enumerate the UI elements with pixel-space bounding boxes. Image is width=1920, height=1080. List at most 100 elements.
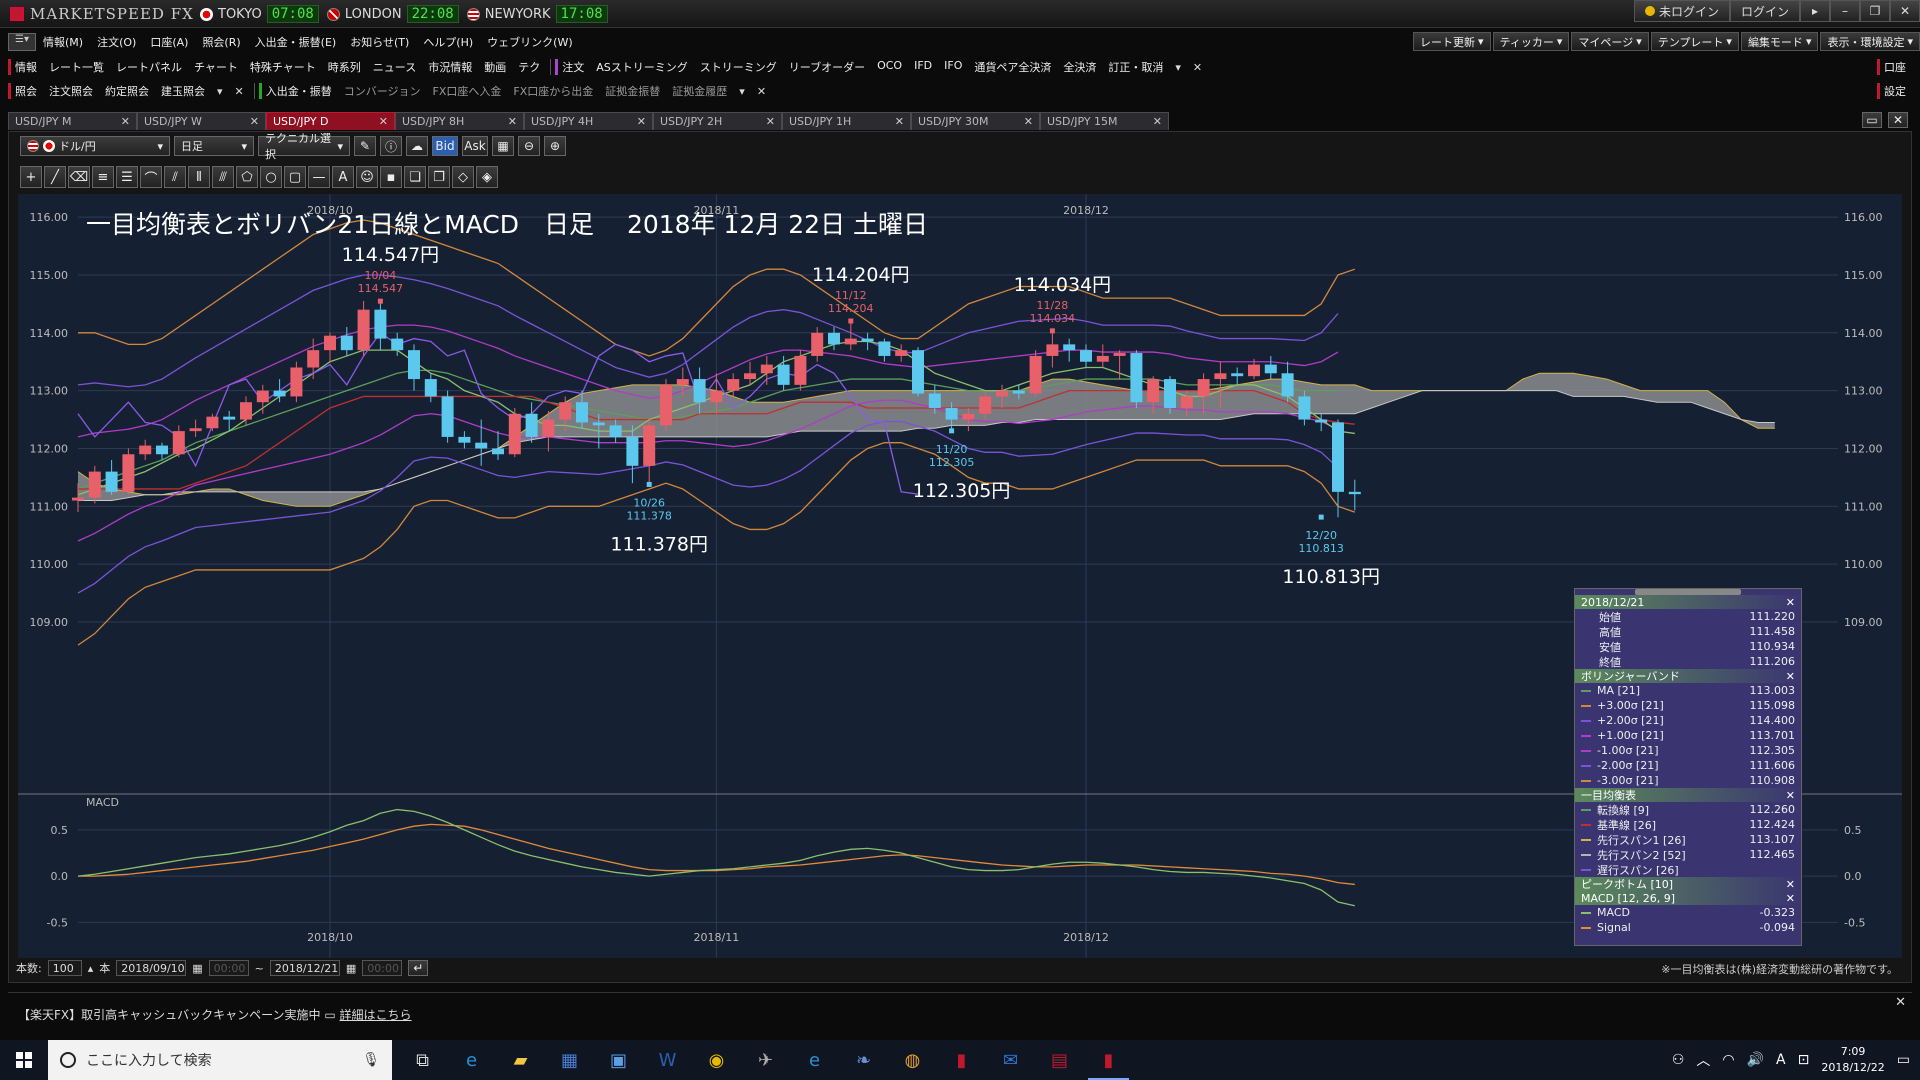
menu-item[interactable]: ヘルプ(H) bbox=[416, 34, 480, 50]
toolbar-item[interactable]: 時系列 bbox=[322, 59, 367, 75]
tray-clock[interactable]: 7:09 2018/12/22 bbox=[1821, 1044, 1884, 1076]
order-item[interactable]: 通貨ペア全決済 bbox=[968, 59, 1057, 75]
restore-icon[interactable]: ❐ bbox=[1860, 0, 1890, 22]
trendline-icon[interactable]: ╱ bbox=[44, 166, 66, 188]
notification-icon[interactable]: ▭ bbox=[1897, 1052, 1910, 1068]
close-icon[interactable]: ✕ bbox=[1786, 878, 1795, 891]
expand-icon[interactable]: ▸ bbox=[1800, 0, 1830, 22]
order-item[interactable]: リーブオーダー bbox=[783, 59, 871, 75]
close-icon[interactable]: ✕ bbox=[229, 85, 250, 98]
rectangle-icon[interactable]: ▢ bbox=[284, 166, 306, 188]
close-icon[interactable]: ✕ bbox=[766, 115, 775, 128]
chevron-down-icon[interactable]: ▾ bbox=[733, 85, 751, 98]
news-app-icon[interactable]: ▤ bbox=[1035, 1040, 1084, 1080]
close-icon[interactable]: ✕ bbox=[1153, 115, 1162, 128]
inquiry-item[interactable]: 建玉照会 bbox=[155, 83, 211, 99]
zoom-out-icon[interactable]: ⊖ bbox=[518, 136, 540, 156]
edge-icon[interactable]: e bbox=[790, 1040, 839, 1080]
toolbar-order-label[interactable]: 注文 bbox=[555, 59, 590, 75]
chart-tab[interactable]: USD/JPY D ✕ bbox=[266, 112, 395, 130]
horizontal-lines-icon[interactable]: ≡ bbox=[92, 166, 114, 188]
close-icon[interactable]: ✕ bbox=[1786, 670, 1795, 683]
maximize-icon[interactable]: ▭ bbox=[1862, 112, 1882, 128]
wifi-icon[interactable]: ◠ bbox=[1722, 1052, 1734, 1068]
chart-tab[interactable]: USD/JPY 2H ✕ bbox=[653, 112, 782, 130]
calendar-icon[interactable]: ▦ bbox=[346, 962, 356, 975]
close-icon[interactable]: ✕ bbox=[1786, 892, 1795, 905]
menu-item[interactable]: 照会(R) bbox=[195, 34, 247, 50]
technical-select[interactable]: テクニカル選択 ▾ bbox=[258, 132, 350, 161]
cloud-icon[interactable]: ☁ bbox=[406, 136, 428, 156]
chart-tab[interactable]: USD/JPY 8H ✕ bbox=[395, 112, 524, 130]
login-status-button[interactable]: 未ログイン bbox=[1633, 0, 1730, 22]
close-icon[interactable]: ✕ bbox=[637, 115, 646, 128]
icon-tool-icon[interactable]: ☺ bbox=[356, 166, 378, 188]
menu-item[interactable]: ウェブリンク(W) bbox=[480, 34, 579, 50]
calculator-icon[interactable]: ▦ bbox=[545, 1040, 594, 1080]
internet-explorer-icon[interactable]: e bbox=[447, 1040, 496, 1080]
ime-mode-icon[interactable]: ⊡ bbox=[1798, 1052, 1810, 1068]
count-up-icon[interactable]: ▴ bbox=[88, 962, 94, 975]
toolbar-item[interactable]: レート一覧 bbox=[43, 59, 110, 75]
right-menu-item[interactable]: ティッカー ▾ bbox=[1492, 32, 1570, 51]
close-icon[interactable]: ✕ bbox=[379, 115, 388, 128]
end-time-input[interactable]: 00:00 bbox=[362, 960, 403, 976]
channel-icon[interactable]: ⫻ bbox=[212, 166, 234, 188]
chart-tab[interactable]: USD/JPY M ✕ bbox=[8, 112, 137, 130]
settings-button[interactable]: 設定 bbox=[1877, 83, 1912, 99]
circle-icon[interactable]: ○ bbox=[260, 166, 282, 188]
toolbar-deposit-label[interactable]: 入出金・振替 bbox=[258, 83, 338, 99]
close-icon[interactable]: ✕ bbox=[1895, 995, 1906, 1010]
paste-icon[interactable]: ❐ bbox=[428, 166, 450, 188]
inquiry-item[interactable]: 約定照会 bbox=[99, 83, 155, 99]
chevron-down-icon[interactable]: ▾ bbox=[1169, 61, 1187, 74]
end-date-input[interactable]: 2018/12/21 bbox=[269, 960, 340, 976]
file-explorer-icon[interactable]: ▰ bbox=[496, 1040, 545, 1080]
order-item[interactable]: 全決済 bbox=[1057, 59, 1102, 75]
zoom-in-icon[interactable]: ⊕ bbox=[544, 136, 566, 156]
banner-link[interactable]: 詳細はこちら bbox=[340, 1008, 412, 1022]
arc-icon[interactable]: ⌒ bbox=[140, 166, 162, 188]
crosshair-icon[interactable]: + bbox=[20, 166, 42, 188]
menu-item[interactable]: 注文(O) bbox=[90, 34, 143, 50]
menu-item[interactable]: 入出金・振替(E) bbox=[248, 34, 344, 50]
right-menu-item[interactable]: マイページ ▾ bbox=[1571, 32, 1649, 51]
monitor-app-icon[interactable]: ◍ bbox=[888, 1040, 937, 1080]
order-item[interactable]: IFD bbox=[908, 59, 938, 75]
feather-app-icon[interactable]: ❧ bbox=[839, 1040, 888, 1080]
volume-icon[interactable]: 🔊 bbox=[1747, 1052, 1764, 1068]
chart-tab[interactable]: USD/JPY W ✕ bbox=[137, 112, 266, 130]
word-icon[interactable]: W bbox=[643, 1040, 692, 1080]
chrome-icon[interactable]: ◉ bbox=[692, 1040, 741, 1080]
order-item[interactable]: ASストリーミング bbox=[590, 59, 694, 75]
chart-tab[interactable]: USD/JPY 30M ✕ bbox=[911, 112, 1040, 130]
copy-icon[interactable]: ❏ bbox=[404, 166, 426, 188]
order-item[interactable]: IFO bbox=[938, 59, 968, 75]
toolbar-item[interactable]: 動画 bbox=[478, 59, 512, 75]
chart-tab[interactable]: USD/JPY 15M ✕ bbox=[1040, 112, 1169, 130]
eraser-all-icon[interactable]: ◇ bbox=[452, 166, 474, 188]
minimize-icon[interactable]: – bbox=[1830, 0, 1860, 22]
right-menu-item[interactable]: 表示・環境設定 ▾ bbox=[1820, 32, 1920, 51]
account-button[interactable]: 口座 bbox=[1877, 59, 1912, 75]
toolbar-item[interactable]: ニュース bbox=[367, 59, 422, 75]
chart-tab[interactable]: USD/JPY 1H ✕ bbox=[782, 112, 911, 130]
chart-tab[interactable]: USD/JPY 4H ✕ bbox=[524, 112, 653, 130]
close-icon[interactable]: ✕ bbox=[250, 115, 259, 128]
ime-icon[interactable]: A bbox=[1776, 1052, 1786, 1068]
ask-button[interactable]: Ask bbox=[462, 136, 488, 156]
toolbar-item[interactable]: 特殊チャート bbox=[244, 59, 322, 75]
toolbar-item[interactable]: チャート bbox=[188, 59, 244, 75]
currency-pair-select[interactable]: ドル/円 ▾ bbox=[20, 136, 170, 156]
close-icon[interactable]: ✕ bbox=[1890, 0, 1920, 22]
vertical-lines-icon[interactable]: ⦀ bbox=[188, 166, 210, 188]
deposit-item[interactable]: FX口座から出金 bbox=[507, 83, 599, 99]
close-icon[interactable]: ✕ bbox=[1187, 61, 1208, 74]
close-icon[interactable]: ✕ bbox=[1888, 112, 1908, 128]
text-icon[interactable]: A bbox=[332, 166, 354, 188]
calendar-icon[interactable]: ▦ bbox=[192, 962, 202, 975]
right-menu-item[interactable]: テンプレート ▾ bbox=[1650, 32, 1739, 51]
bid-button[interactable]: Bid bbox=[432, 136, 458, 156]
system-menu-icon[interactable]: ☰▾ bbox=[8, 33, 36, 51]
close-icon[interactable]: ✕ bbox=[751, 85, 772, 98]
